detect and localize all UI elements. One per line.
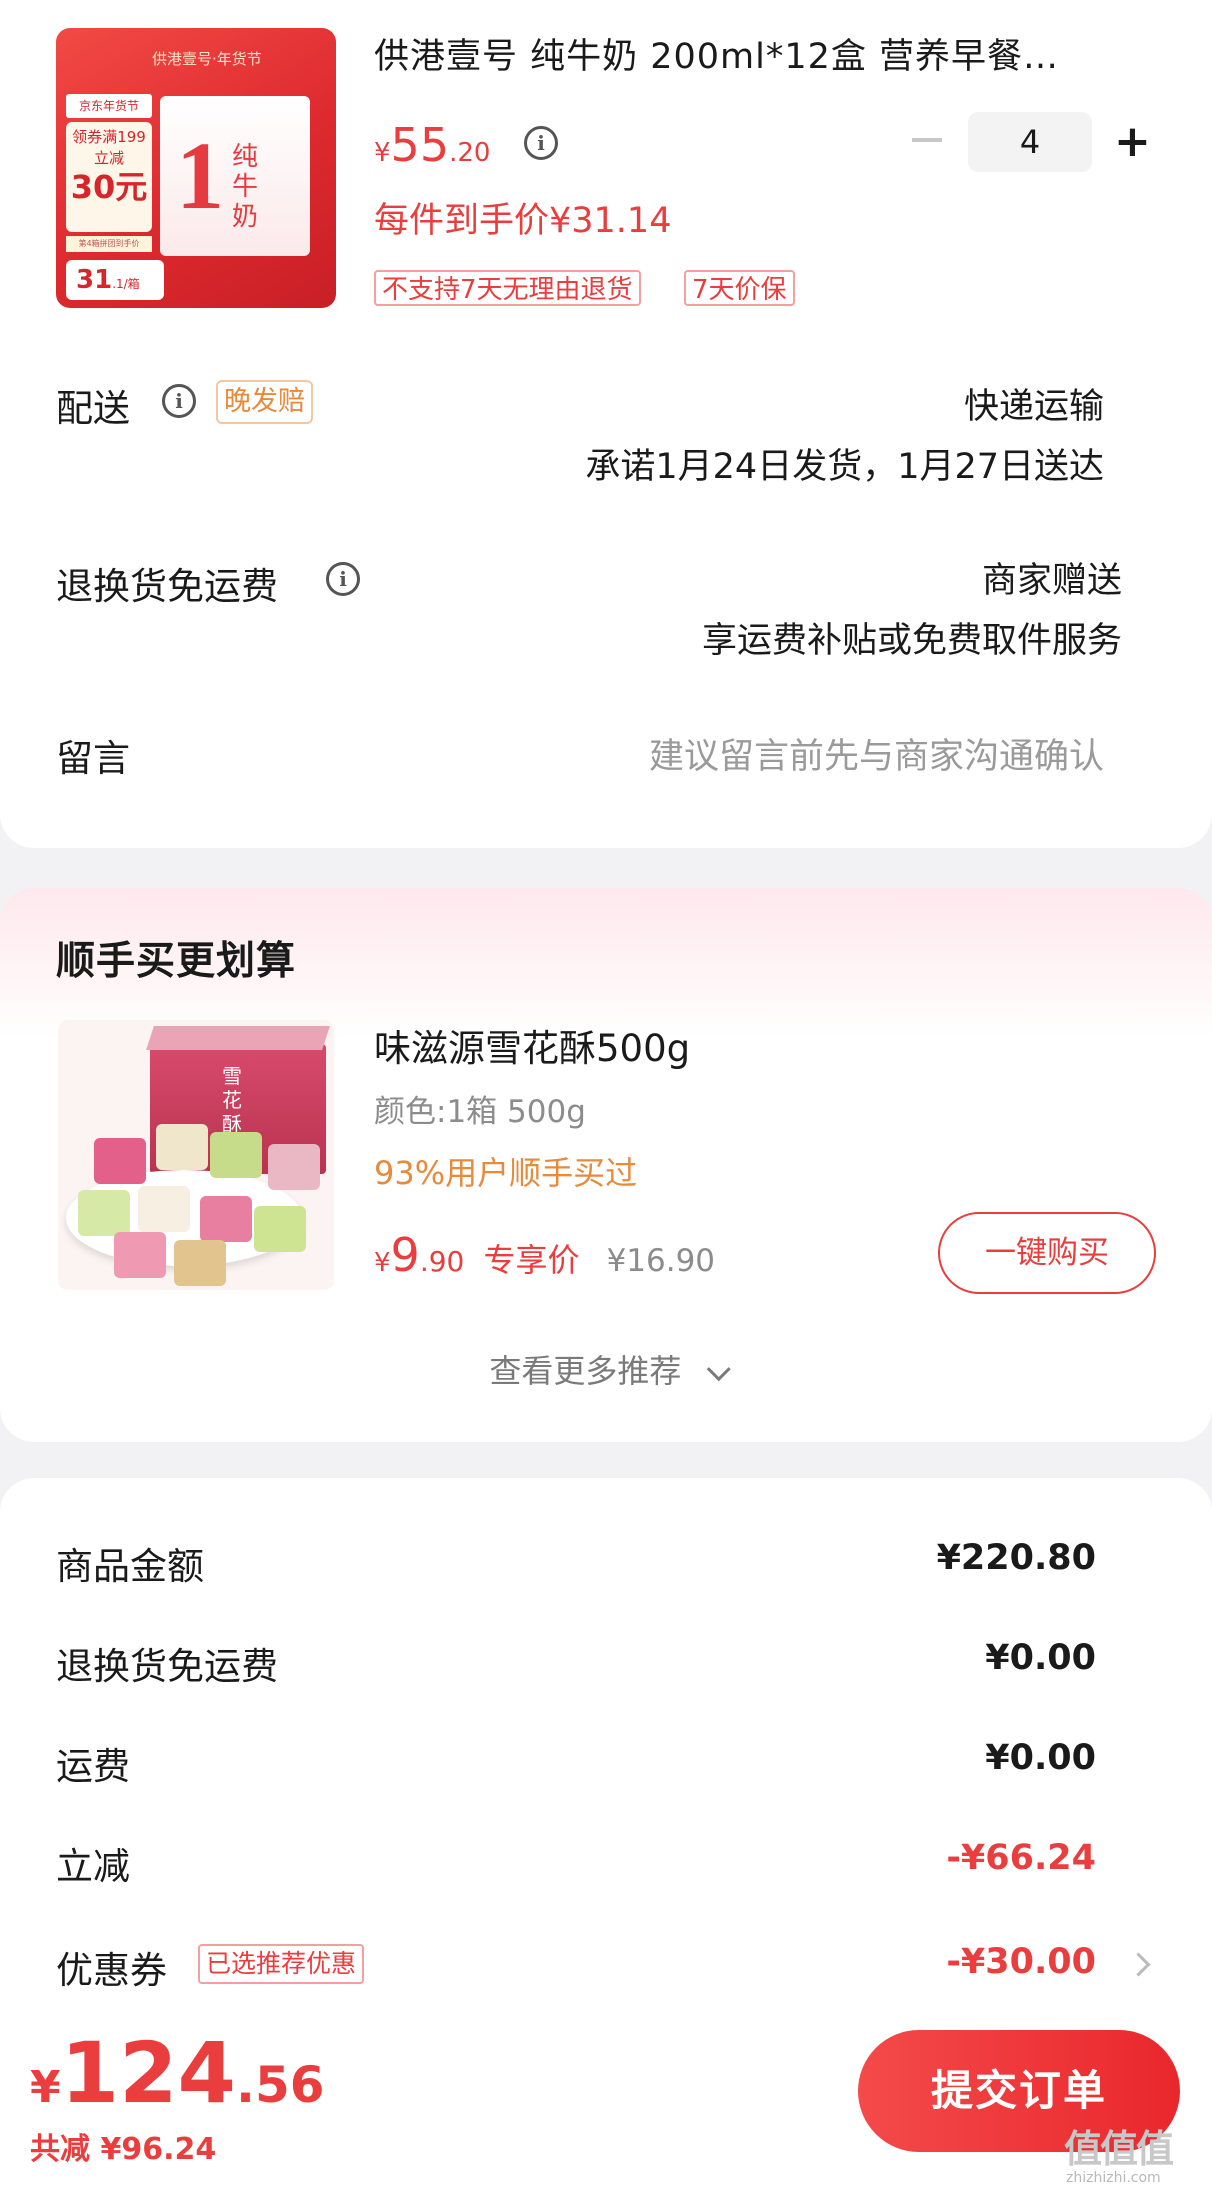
addon-original-price: ¥16.90 <box>606 1243 716 1279</box>
product-price: ¥55.20 <box>374 118 490 172</box>
total-integer: 124 <box>60 2024 236 2122</box>
return-shipping-info-icon[interactable]: i <box>326 562 360 596</box>
quantity-increase-button[interactable]: + <box>1114 120 1151 164</box>
summary-discount-label: 立减 <box>56 1845 130 1888</box>
addon-price-integer: 9 <box>390 1228 420 1282</box>
summary-shipping-label: 运费 <box>56 1745 130 1788</box>
delivery-promise: 承诺1月24日发货，1月27日送达 <box>585 447 1104 487</box>
delivery-label: 配送 <box>56 387 130 430</box>
snack-box-label: 雪花酥 <box>222 1064 242 1136</box>
price-protect-tag: 7天价保 <box>684 270 795 306</box>
coupon-recommend-badge: 已选推荐优惠 <box>198 1944 365 1984</box>
coupon-amount: 30元 <box>70 168 148 206</box>
addon-price-tag: 专享价 <box>483 1241 580 1279</box>
watermark-logo: 值值值 <box>1064 2127 1174 2171</box>
total-currency: ¥ <box>30 2062 61 2113</box>
product-title[interactable]: 供港壹号 纯牛奶 200ml*12盒 营养早餐… <box>374 28 1059 79</box>
summary-return-label: 退换货免运费 <box>56 1645 278 1688</box>
addon-price-currency: ¥ <box>374 1248 391 1278</box>
total-saving[interactable]: 共减 ¥96.24 <box>30 2124 216 2168</box>
festival-tag: 京东年货节 <box>66 94 152 118</box>
price-currency: ¥ <box>374 138 391 168</box>
addon-price-decimal: .90 <box>419 1245 465 1278</box>
price-integer: 55 <box>390 118 450 172</box>
each-price-label: 每件到手价¥31.14 <box>374 201 672 241</box>
order-item-card: 供港壹号·年货节 1 纯牛奶 京东年货节 领券满199 立减 30元 第4箱拼团… <box>0 0 1212 848</box>
milk-box-label: 纯牛奶 <box>232 142 259 232</box>
return-shipping-label: 退换货免运费 <box>56 565 278 608</box>
quantity-input[interactable]: 4 <box>968 112 1092 172</box>
summary-coupon-label: 优惠券 <box>56 1949 167 1992</box>
price-decimal: .20 <box>449 138 491 168</box>
coupon-line2: 立减 <box>93 149 124 167</box>
summary-goods-label: 商品金额 <box>56 1545 204 1588</box>
late-compensation-badge: 晚发赔 <box>216 380 313 424</box>
summary-discount-value: -¥66.24 <box>946 1838 1096 1878</box>
addon-price: ¥9.90 专享价 ¥16.90 <box>374 1228 715 1282</box>
summary-coupon-value[interactable]: -¥30.00 <box>946 1942 1096 1982</box>
image-note: 第4箱拼团到手价 <box>66 236 152 252</box>
no-return-tag: 不支持7天无理由退货 <box>374 270 641 306</box>
addon-spec: 颜色:1箱 500g <box>374 1094 586 1130</box>
more-recommendations-link[interactable]: 查看更多推荐 <box>0 1346 1212 1392</box>
delivery-info-icon[interactable]: i <box>162 384 196 418</box>
return-shipping-value1: 商家赠送 <box>981 561 1122 601</box>
coupon-tag: 领券满199 立减 30元 <box>66 122 152 232</box>
addon-popularity: 93%用户顺手买过 <box>374 1154 638 1192</box>
addon-section-title: 顺手买更划算 <box>56 939 297 984</box>
more-recommendations-label: 查看更多推荐 <box>489 1352 682 1390</box>
watermark-url: zhizhizhi.com <box>1066 2170 1161 2186</box>
image-final-price: 31.1/箱 <box>66 260 164 300</box>
addon-title[interactable]: 味滋源雪花酥500g <box>374 1018 690 1072</box>
summary-goods-value: ¥220.80 <box>936 1538 1096 1578</box>
message-label: 留言 <box>56 737 130 780</box>
site-watermark: 值值值 zhizhizhi.com <box>1058 2118 1208 2192</box>
delivery-method[interactable]: 快递运输 <box>964 378 1104 429</box>
product-image-brand: 供港壹号·年货节 <box>152 50 262 68</box>
image-final-price-int: 31 <box>76 265 113 295</box>
message-input[interactable]: 建议留言前先与商家沟通确认 <box>649 728 1104 779</box>
coupon-line1: 领券满199 <box>72 128 146 146</box>
price-info-icon[interactable]: i <box>524 126 558 160</box>
product-image[interactable]: 供港壹号·年货节 1 纯牛奶 京东年货节 领券满199 立减 30元 第4箱拼团… <box>56 28 336 308</box>
milk-box-number: 1 <box>176 122 224 229</box>
chevron-down-icon <box>706 1357 731 1382</box>
total-price: ¥124.56 <box>30 2024 325 2122</box>
quantity-decrease-button[interactable] <box>912 138 942 142</box>
summary-shipping-value: ¥0.00 <box>985 1738 1096 1778</box>
summary-return-value: ¥0.00 <box>985 1638 1096 1678</box>
addon-product-image[interactable]: 雪花酥 <box>58 1020 334 1290</box>
one-click-buy-button[interactable]: 一键购买 <box>938 1212 1156 1294</box>
return-shipping-value2: 享运费补贴或免费取件服务 <box>701 621 1122 661</box>
total-decimal: .56 <box>235 2056 325 2114</box>
image-final-price-unit: .1/箱 <box>112 277 140 291</box>
